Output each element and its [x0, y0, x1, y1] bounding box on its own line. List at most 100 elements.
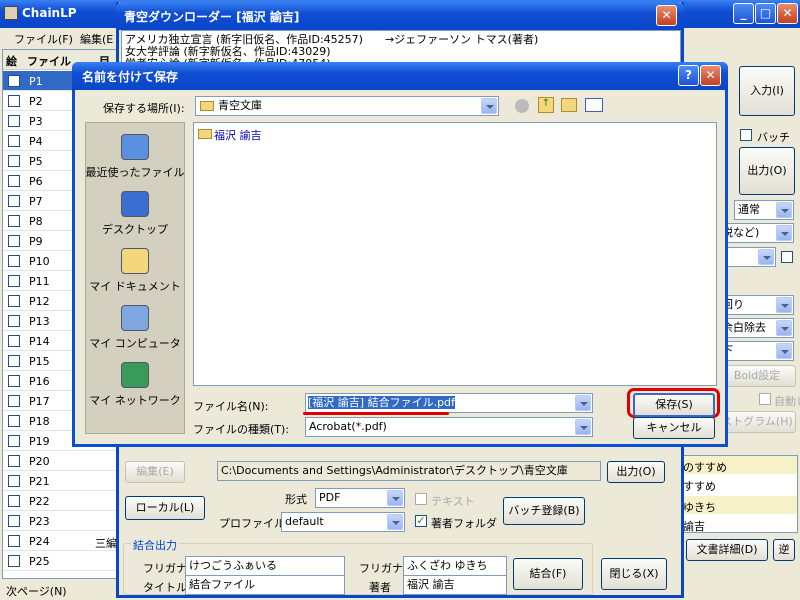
row-checkbox[interactable]: [8, 95, 20, 107]
row-checkbox[interactable]: [8, 195, 20, 207]
places-label: マイ ネットワーク: [89, 394, 181, 407]
title-field[interactable]: 結合ファイル: [185, 575, 345, 595]
profile-combo[interactable]: default: [281, 512, 405, 532]
batch-register-button[interactable]: バッチ登録(B): [503, 497, 585, 525]
row-label: P17: [29, 395, 50, 408]
author-folder-checkbox[interactable]: ✓: [415, 515, 427, 527]
places-item[interactable]: 最近使ったファイル: [85, 132, 185, 184]
row-checkbox[interactable]: [8, 535, 20, 547]
position-combo[interactable]: 下: [718, 341, 794, 361]
row-label: P21: [29, 475, 50, 488]
filename-field[interactable]: [福沢 諭吉] 結合ファイル.pdf: [305, 393, 593, 413]
downloader-close-button[interactable]: ✕: [656, 5, 677, 26]
places-label: 最近使ったファイル: [85, 166, 185, 179]
save-in-combo[interactable]: 青空文庫: [195, 96, 499, 116]
row-checkbox[interactable]: [8, 275, 20, 287]
help-button[interactable]: ?: [678, 65, 699, 86]
row-checkbox[interactable]: [8, 475, 20, 487]
book-list-item[interactable]: すすめ: [681, 475, 797, 493]
places-item[interactable]: マイ ドキュメント: [85, 246, 185, 298]
maximize-button[interactable]: □: [755, 3, 776, 24]
save-dialog-title: 名前を付けて保存: [82, 70, 179, 84]
author-field[interactable]: 福沢 諭吉: [403, 575, 507, 595]
book-list-item[interactable]: 諭吉: [681, 515, 797, 533]
row-checkbox[interactable]: [8, 355, 20, 367]
row-checkbox[interactable]: [8, 295, 20, 307]
row-checkbox[interactable]: [8, 375, 20, 387]
save-button[interactable]: 保存(S): [633, 393, 715, 417]
row-checkbox[interactable]: [8, 115, 20, 127]
row-checkbox[interactable]: [8, 235, 20, 247]
author-furigana-field[interactable]: ふくざわ ゆきち: [403, 556, 507, 576]
row-label: P3: [29, 115, 43, 128]
path-field[interactable]: C:\Documents and Settings\Administrator\…: [217, 461, 601, 481]
margin-combo[interactable]: 余白除去: [718, 318, 794, 338]
row-checkbox[interactable]: [8, 75, 20, 87]
local-button[interactable]: ローカル(L): [125, 496, 205, 520]
auto-level-checkbox[interactable]: [759, 393, 771, 405]
places-item[interactable]: デスクトップ: [85, 189, 185, 241]
book-list-item[interactable]: ゆきち: [681, 496, 797, 514]
list-item[interactable]: P24 三編: [3, 531, 117, 551]
histogram-button[interactable]: ストグラム(H): [718, 411, 796, 433]
furigana-label-title: フリガナ: [143, 562, 187, 575]
row-checkbox[interactable]: [8, 495, 20, 507]
bold-settings-button[interactable]: Bold設定: [718, 365, 796, 387]
row-checkbox[interactable]: [8, 395, 20, 407]
row-checkbox[interactable]: [8, 175, 20, 187]
row-checkbox[interactable]: [8, 455, 20, 467]
profile-label: プロファイル: [219, 517, 285, 530]
row-checkbox[interactable]: [8, 435, 20, 447]
batch-checkbox[interactable]: [740, 129, 752, 141]
row-label: P12: [29, 295, 50, 308]
row-checkbox[interactable]: [8, 215, 20, 227]
filename-selection: [福沢 諭吉] 結合ファイル.pdf: [308, 396, 455, 409]
book-list-item[interactable]: のすすめ: [681, 456, 797, 474]
format-combo[interactable]: PDF: [315, 488, 405, 508]
mode-combo[interactable]: 通常: [734, 200, 794, 220]
filetype-combo[interactable]: Acrobat(*.pdf): [305, 417, 593, 437]
output-button[interactable]: 出力(O): [739, 147, 795, 195]
row-checkbox[interactable]: [8, 335, 20, 347]
input-button[interactable]: 入力(I): [739, 66, 795, 116]
reverse-button[interactable]: 逆: [773, 539, 795, 561]
row-checkbox[interactable]: [8, 555, 20, 567]
places-item[interactable]: マイ コンピュータ: [85, 303, 185, 355]
list-item[interactable]: P21: [3, 471, 117, 491]
new-folder-icon[interactable]: [561, 98, 577, 112]
filename-label: ファイル名(N):: [193, 400, 269, 413]
menu-file[interactable]: ファイル(F): [14, 31, 73, 47]
menu-edit[interactable]: 編集(E: [80, 31, 113, 47]
next-page-label[interactable]: 次ページ(N): [6, 583, 67, 599]
genre-combo[interactable]: 説など): [718, 223, 794, 243]
row-checkbox[interactable]: [8, 515, 20, 527]
places-item[interactable]: マイ ネットワーク: [85, 360, 185, 412]
view-menu-icon[interactable]: [585, 98, 603, 112]
row-checkbox[interactable]: [8, 135, 20, 147]
minimize-button[interactable]: _: [733, 3, 754, 24]
list-item[interactable]: P20: [3, 451, 117, 471]
title-furigana-field[interactable]: けつごうふぁいる: [185, 556, 345, 576]
row-checkbox[interactable]: [8, 315, 20, 327]
list-item[interactable]: P23: [3, 511, 117, 531]
document-detail-button[interactable]: 文書詳細(D): [686, 539, 768, 561]
row-checkbox[interactable]: [8, 255, 20, 267]
dialog-close-button[interactable]: ✕: [700, 65, 721, 86]
up-folder-icon[interactable]: ↑: [538, 97, 554, 113]
back-icon[interactable]: [515, 99, 529, 113]
list-item[interactable]: P25: [3, 551, 117, 571]
option-checkbox[interactable]: [781, 251, 793, 263]
text-checkbox[interactable]: [415, 493, 427, 505]
row-checkbox[interactable]: [8, 155, 20, 167]
list-item[interactable]: P22: [3, 491, 117, 511]
path-output-button[interactable]: 出力(O): [607, 461, 665, 483]
cancel-button[interactable]: キャンセル: [633, 417, 715, 439]
combine-button[interactable]: 結合(F): [513, 558, 583, 590]
text-checkbox-label: テキスト: [431, 495, 475, 508]
row-label: P8: [29, 215, 43, 228]
rotation-combo[interactable]: 回り: [718, 295, 794, 315]
edit-button[interactable]: 編集(E): [125, 461, 185, 483]
main-close-button[interactable]: ✕: [777, 3, 798, 24]
row-checkbox[interactable]: [8, 415, 20, 427]
close-button[interactable]: 閉じる(X): [601, 558, 667, 590]
